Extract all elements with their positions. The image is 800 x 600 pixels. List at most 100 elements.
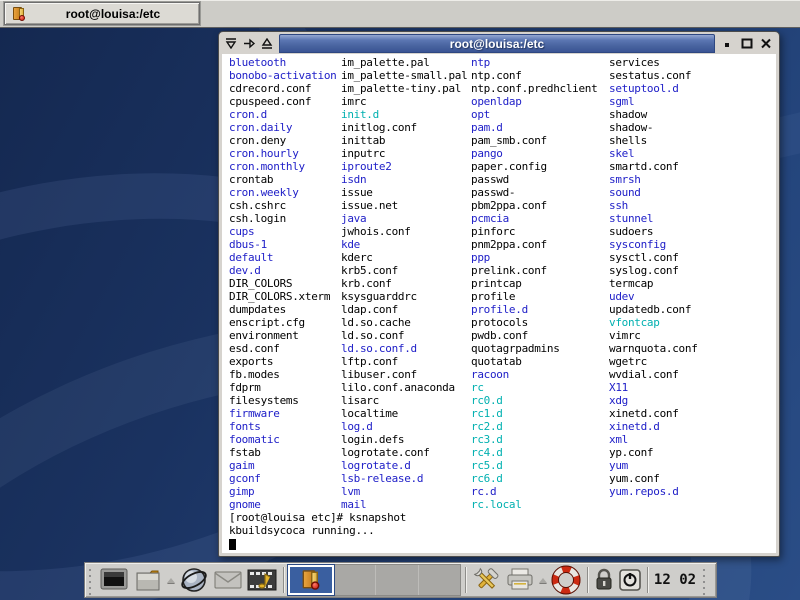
file-entry: yp.conf bbox=[609, 446, 698, 459]
expand-arrow-icon[interactable] bbox=[165, 564, 177, 596]
titlebar[interactable]: root@louisa:/etc bbox=[221, 34, 777, 53]
file-entry: pango bbox=[471, 147, 597, 160]
help-lifering-icon bbox=[551, 565, 581, 595]
empty-task-cell[interactable] bbox=[334, 565, 377, 595]
eject-icon[interactable] bbox=[259, 36, 275, 51]
file-entry: fb.modes bbox=[229, 368, 336, 381]
status-line: kbuildsycoca running... bbox=[229, 524, 406, 537]
file-entry: gimp bbox=[229, 485, 336, 498]
file-entry: pnm2ppa.conf bbox=[471, 238, 597, 251]
maximize-icon[interactable] bbox=[739, 36, 755, 51]
file-entry: bonobo-activation bbox=[229, 69, 336, 82]
system-tools-button[interactable] bbox=[469, 564, 503, 596]
file-entry: yum.repos.d bbox=[609, 485, 698, 498]
file-entry: logrotate.d bbox=[341, 459, 467, 472]
terminal-cursor bbox=[229, 539, 236, 550]
logout-button[interactable] bbox=[617, 564, 643, 596]
tools-icon bbox=[472, 566, 500, 594]
terminal-icon bbox=[100, 568, 128, 592]
file-entry: sestatus.conf bbox=[609, 69, 698, 82]
empty-task-cell[interactable] bbox=[376, 565, 419, 595]
window-title: root@louisa:/etc bbox=[450, 37, 544, 51]
minimize-icon[interactable] bbox=[720, 36, 736, 51]
file-entry: lilo.conf.anaconda bbox=[341, 381, 467, 394]
file-entry: libuser.conf bbox=[341, 368, 467, 381]
printer-button[interactable] bbox=[503, 564, 537, 596]
file-entry: pam.d bbox=[471, 121, 597, 134]
file-entry: profile.d bbox=[471, 303, 597, 316]
file-entry: im_palette.pal bbox=[341, 56, 467, 69]
file-entry: issue bbox=[341, 186, 467, 199]
close-icon[interactable] bbox=[758, 36, 774, 51]
expand-arrow-icon[interactable] bbox=[537, 564, 549, 596]
konsole-icon bbox=[11, 6, 27, 22]
file-entry: init.d bbox=[341, 108, 467, 121]
file-entry: DIR_COLORS bbox=[229, 277, 336, 290]
shade-icon[interactable] bbox=[223, 36, 239, 51]
prompt-line: [root@louisa etc]# ksnapshot bbox=[229, 511, 406, 524]
home-folder-button[interactable] bbox=[131, 564, 165, 596]
panel-drag-handle[interactable] bbox=[87, 565, 95, 595]
pin-icon[interactable] bbox=[241, 36, 257, 51]
file-entry: openldap bbox=[471, 95, 597, 108]
file-entry: gaim bbox=[229, 459, 336, 472]
file-entry: firmware bbox=[229, 407, 336, 420]
web-browser-button[interactable] bbox=[177, 564, 211, 596]
file-entry: ksysguarddrc bbox=[341, 290, 467, 303]
file-entry: termcap bbox=[609, 277, 698, 290]
file-entry: quotagrpadmins bbox=[471, 342, 597, 355]
file-entry: X11 bbox=[609, 381, 698, 394]
file-entry: jwhois.conf bbox=[341, 225, 467, 238]
lock-session-button[interactable] bbox=[591, 564, 617, 596]
file-entry: opt bbox=[471, 108, 597, 121]
panel-separator bbox=[643, 565, 651, 595]
active-task-konsole[interactable] bbox=[288, 565, 334, 595]
terminal-content[interactable]: bluetoothbonobo-activationcdrecord.confc… bbox=[222, 54, 776, 553]
file-entry: vimrc bbox=[609, 329, 698, 342]
file-entry: iproute2 bbox=[341, 160, 467, 173]
file-entry: syslog.conf bbox=[609, 264, 698, 277]
globe-icon bbox=[180, 566, 208, 594]
file-column-4: servicessestatus.confsetuptool.dsgmlshad… bbox=[609, 56, 698, 498]
file-entry: wvdial.conf bbox=[609, 368, 698, 381]
multimedia-button[interactable] bbox=[245, 564, 279, 596]
empty-task-cell[interactable] bbox=[419, 565, 461, 595]
file-entry: pam_smb.conf bbox=[471, 134, 597, 147]
file-entry: ldap.conf bbox=[341, 303, 467, 316]
file-entry: cron.daily bbox=[229, 121, 336, 134]
prompt-block: [root@louisa etc]# ksnapshot kbuildsycoc… bbox=[229, 511, 406, 550]
file-entry: racoon bbox=[471, 368, 597, 381]
panel-drag-handle[interactable] bbox=[701, 565, 709, 595]
file-entry: krb.conf bbox=[341, 277, 467, 290]
file-entry: vfontcap bbox=[609, 316, 698, 329]
file-entry: gconf bbox=[229, 472, 336, 485]
file-entry: lvm bbox=[341, 485, 467, 498]
file-entry: ld.so.conf bbox=[341, 329, 467, 342]
file-entry: sysctl.conf bbox=[609, 251, 698, 264]
file-entry: xinetd.conf bbox=[609, 407, 698, 420]
bottom-panel: 12 02 bbox=[84, 562, 717, 598]
file-entry: warnquota.conf bbox=[609, 342, 698, 355]
help-button[interactable] bbox=[549, 564, 583, 596]
titlebar-title-area[interactable]: root@louisa:/etc bbox=[279, 34, 715, 53]
file-entry: prelink.conf bbox=[471, 264, 597, 277]
file-entry: cron.monthly bbox=[229, 160, 336, 173]
file-column-2: im_palette.palim_palette-small.palim_pal… bbox=[341, 56, 467, 511]
file-entry: cron.deny bbox=[229, 134, 336, 147]
mail-button[interactable] bbox=[211, 564, 245, 596]
file-entry: filesystems bbox=[229, 394, 336, 407]
top-taskbar: root@louisa:/etc bbox=[0, 0, 800, 28]
digital-clock[interactable]: 12 02 bbox=[651, 572, 699, 588]
file-entry: inputrc bbox=[341, 147, 467, 160]
file-entry: ntp bbox=[471, 56, 597, 69]
lock-icon bbox=[594, 568, 614, 592]
taskbar-task-label: root@louisa:/etc bbox=[27, 7, 199, 21]
file-entry: fdprm bbox=[229, 381, 336, 394]
terminal-launcher-button[interactable] bbox=[97, 564, 131, 596]
file-entry: pbm2ppa.conf bbox=[471, 199, 597, 212]
file-entry: kderc bbox=[341, 251, 467, 264]
file-entry: stunnel bbox=[609, 212, 698, 225]
file-entry: bluetooth bbox=[229, 56, 336, 69]
power-icon bbox=[619, 569, 641, 591]
taskbar-task-button[interactable]: root@louisa:/etc bbox=[4, 2, 200, 25]
